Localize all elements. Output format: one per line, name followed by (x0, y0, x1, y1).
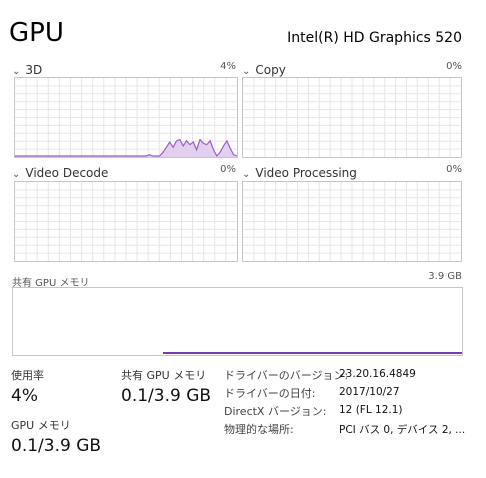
panel-copy-header[interactable]: ⌄ Copy 0% (242, 59, 462, 77)
adapter-name: Intel(R) HD Graphics 520 (287, 30, 462, 46)
chart-copy-grid (243, 78, 461, 157)
utilization-label: 使用率 (11, 369, 44, 382)
chart-shared-memory (163, 352, 462, 354)
panel-3d-label: 3D (25, 63, 43, 77)
info-key-driver-version: ドライバーのバージョン: (224, 369, 349, 382)
info-value-driver-date: 2017/10/27 (339, 386, 400, 398)
chart-video-decode-grid (15, 182, 237, 261)
panel-video-decode-label: Video Decode (25, 166, 109, 180)
shared-memory-value: 3.9 GB (428, 271, 462, 282)
info-value-physical-location: PCI バス 0, デバイス 2, ... (339, 424, 466, 436)
info-key-directx-version: DirectX バージョン: (224, 405, 327, 418)
graph-copy (242, 77, 462, 158)
chevron-down-icon[interactable]: ⌄ (12, 66, 20, 77)
chart-3d (15, 78, 237, 157)
shared-gpu-memory-value: 0.1/3.9 GB (121, 386, 212, 406)
panel-video-processing-header[interactable]: ⌄ Video Processing 0% (242, 162, 462, 180)
info-value-directx-version: 12 (FL 12.1) (339, 404, 403, 416)
page-title: GPU (9, 18, 64, 48)
graph-video-processing (242, 181, 462, 262)
utilization-value: 4% (11, 386, 38, 406)
shared-gpu-memory-label: 共有 GPU メモリ (121, 369, 207, 382)
gpu-memory-label: GPU メモリ (11, 419, 71, 432)
gpu-memory-value: 0.1/3.9 GB (11, 436, 102, 456)
grid-lines (15, 182, 237, 261)
chart-video-processing-grid (243, 182, 461, 261)
chevron-down-icon[interactable]: ⌄ (242, 66, 250, 77)
info-key-driver-date: ドライバーの日付: (224, 387, 316, 400)
chevron-down-icon[interactable]: ⌄ (242, 169, 250, 180)
panel-video-decode-header[interactable]: ⌄ Video Decode 0% (12, 162, 236, 180)
grid-lines (243, 78, 461, 157)
graph-video-decode (14, 181, 238, 262)
grid-lines (243, 182, 461, 261)
panel-3d-header[interactable]: ⌄ 3D 4% (12, 59, 236, 77)
panel-video-decode-value: 0% (220, 164, 236, 175)
panel-video-processing-value: 0% (446, 164, 462, 175)
info-key-physical-location: 物理的な場所: (224, 423, 294, 436)
panel-3d-value: 4% (220, 61, 236, 72)
graph-3d (14, 77, 238, 158)
panel-video-processing-label: Video Processing (255, 166, 357, 180)
panel-copy-value: 0% (446, 61, 462, 72)
shared-memory-header: 共有 GPU メモリ 3.9 GB (12, 271, 462, 289)
graph-shared-memory (12, 287, 463, 356)
panel-copy-label: Copy (255, 63, 286, 77)
info-value-driver-version: 23.20.16.4849 (339, 368, 416, 380)
chevron-down-icon[interactable]: ⌄ (12, 169, 20, 180)
